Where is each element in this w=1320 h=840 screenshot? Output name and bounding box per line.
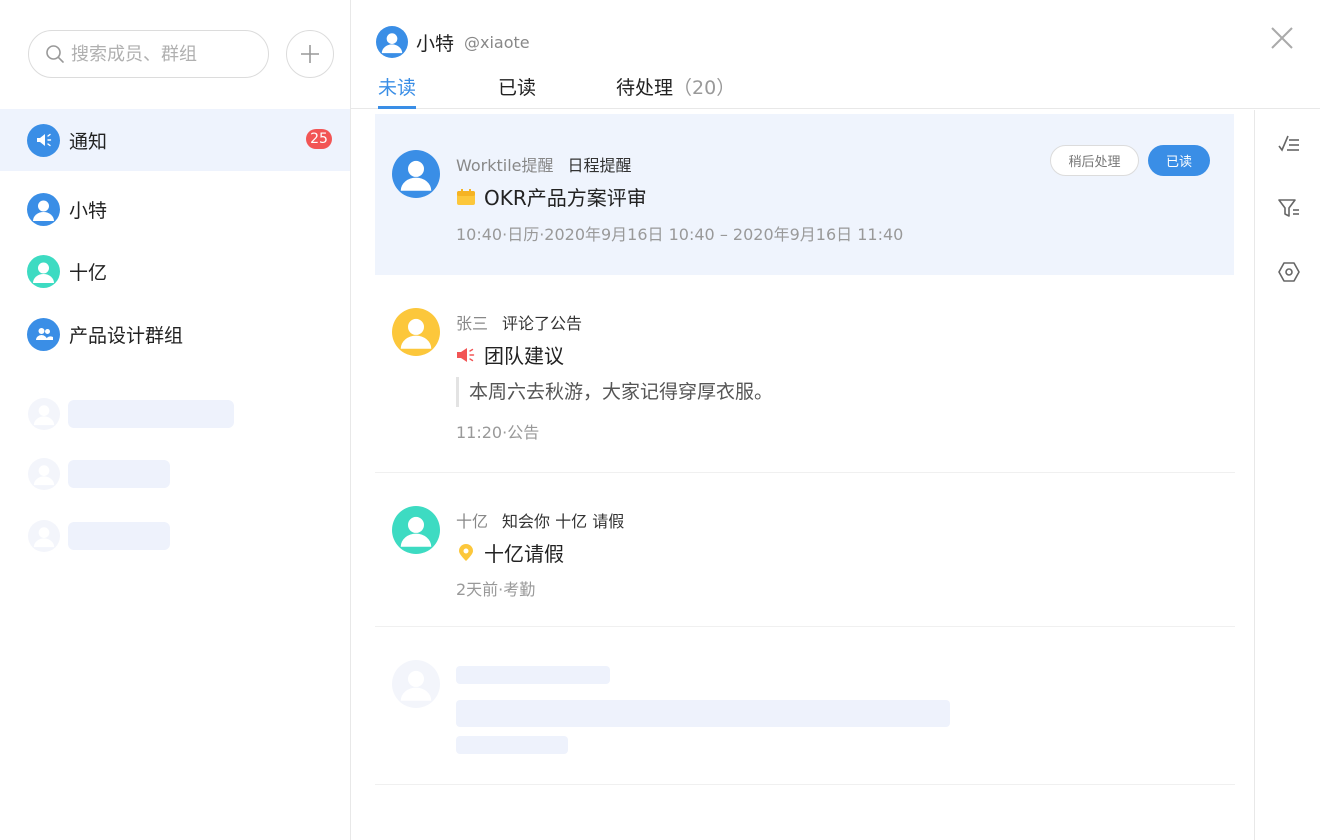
skeleton-bar — [456, 700, 950, 727]
user-handle: @xiaote — [464, 32, 530, 52]
sidebar-item-label: 十亿 — [69, 261, 108, 284]
divider — [375, 626, 1235, 627]
sidebar-item-label: 产品设计群组 — [69, 324, 184, 347]
search-input[interactable] — [71, 43, 251, 65]
user-name: 小特 — [416, 32, 455, 55]
tab-label: 已读 — [498, 77, 537, 99]
avatar — [376, 26, 408, 58]
right-toolbar — [1254, 110, 1320, 840]
skeleton-bar — [68, 400, 234, 428]
notification-title-text: OKR产品方案评审 — [484, 186, 647, 210]
skeleton-bar — [456, 736, 568, 754]
skeleton-bar — [68, 522, 170, 550]
sidebar-item-shiyi[interactable]: 十亿 — [0, 240, 350, 302]
tab-label: 待处理 — [616, 77, 674, 99]
notification-action: 知会你 十亿 请假 — [502, 512, 625, 531]
skeleton-row — [28, 458, 170, 490]
notification-title: OKR产品方案评审 — [456, 182, 647, 211]
sidebar-item-label: 小特 — [69, 199, 108, 222]
close-icon[interactable] — [1268, 24, 1296, 52]
mark-read-button[interactable]: 已读 — [1148, 145, 1210, 176]
tab-count: （20） — [673, 77, 736, 99]
avatar — [392, 308, 440, 356]
avatar — [27, 192, 60, 226]
sidebar: 通知 25 小特 十亿 产品设计群组 — [0, 0, 351, 840]
calendar-icon — [457, 188, 475, 205]
filter-icon[interactable] — [1277, 196, 1301, 220]
mark-all-read-icon[interactable] — [1277, 132, 1301, 156]
search-icon — [46, 45, 64, 63]
divider — [375, 472, 1235, 473]
unread-badge: 25 — [306, 129, 332, 149]
handle-later-button[interactable]: 稍后处理 — [1050, 145, 1139, 176]
skeleton-bar — [456, 666, 610, 684]
sidebar-item-xiaote[interactable]: 小特 — [0, 178, 350, 240]
notification-meta: Worktile提醒 日程提醒 — [456, 152, 632, 176]
sidebar-item-label: 通知 — [69, 130, 108, 153]
notification-source: 十亿 — [456, 512, 489, 531]
notification-title-text: 十亿请假 — [484, 542, 564, 566]
avatar — [27, 254, 60, 288]
notification-action: 评论了公告 — [502, 314, 583, 333]
notification-meta: 十亿 知会你 十亿 请假 — [456, 508, 624, 532]
divider — [375, 784, 1235, 785]
notification-time: 10:40·日历·2020年9月16日 10:40 – 2020年9月16日 1… — [456, 225, 904, 244]
plus-icon — [301, 45, 319, 63]
current-user: 小特 @xiaote — [376, 26, 530, 58]
add-button[interactable] — [286, 30, 334, 78]
tab-pending[interactable]: 待处理（20） — [616, 73, 735, 109]
notification-item[interactable]: 张三 评论了公告 团队建议 本周六去秋游，大家记得穿厚衣服。 11:20·公告 — [375, 286, 1234, 472]
skeleton-row — [28, 398, 234, 430]
notification-source: Worktile提醒 — [456, 156, 554, 175]
placeholder-avatar-icon — [28, 458, 60, 490]
avatar — [392, 150, 440, 198]
tab-label: 未读 — [378, 77, 417, 99]
tab-unread[interactable]: 未读 — [378, 73, 417, 109]
notification-item[interactable]: 十亿 知会你 十亿 请假 十亿请假 2天前·考勤 — [375, 484, 1234, 626]
notification-meta: 张三 评论了公告 — [456, 310, 582, 334]
notification-item[interactable]: Worktile提醒 日程提醒 OKR产品方案评审 10:40·日历·2020年9… — [375, 114, 1234, 275]
notification-title-text: 团队建议 — [484, 344, 564, 368]
app-window: 通知 25 小特 十亿 产品设计群组 — [0, 0, 1320, 840]
placeholder-avatar-icon — [28, 520, 60, 552]
search-box[interactable] — [28, 30, 269, 78]
notification-time: 11:20·公告 — [456, 423, 540, 442]
notification-action: 日程提醒 — [567, 156, 632, 175]
group-icon — [27, 317, 60, 351]
skeleton-row — [28, 520, 170, 552]
notification-title: 十亿请假 — [456, 538, 564, 567]
notification-time: 2天前·考勤 — [456, 580, 536, 599]
settings-icon[interactable] — [1277, 260, 1301, 284]
skeleton-bar — [68, 460, 170, 488]
notification-source: 张三 — [456, 314, 489, 333]
sidebar-item-product-group[interactable]: 产品设计群组 — [0, 303, 350, 365]
avatar — [392, 506, 440, 554]
tab-read[interactable]: 已读 — [498, 73, 536, 109]
header: 小特 @xiaote 未读 已读 待处理（20） — [351, 0, 1320, 109]
megaphone-icon — [27, 123, 60, 157]
notification-title: 团队建议 — [456, 340, 564, 369]
location-pin-icon — [459, 543, 473, 561]
notification-skeleton — [375, 640, 1234, 784]
placeholder-avatar-icon — [28, 398, 60, 430]
megaphone-icon — [457, 347, 475, 362]
notification-quote: 本周六去秋游，大家记得穿厚衣服。 — [456, 377, 773, 407]
placeholder-avatar-icon — [392, 660, 440, 708]
sidebar-item-notifications[interactable]: 通知 25 — [0, 109, 350, 171]
